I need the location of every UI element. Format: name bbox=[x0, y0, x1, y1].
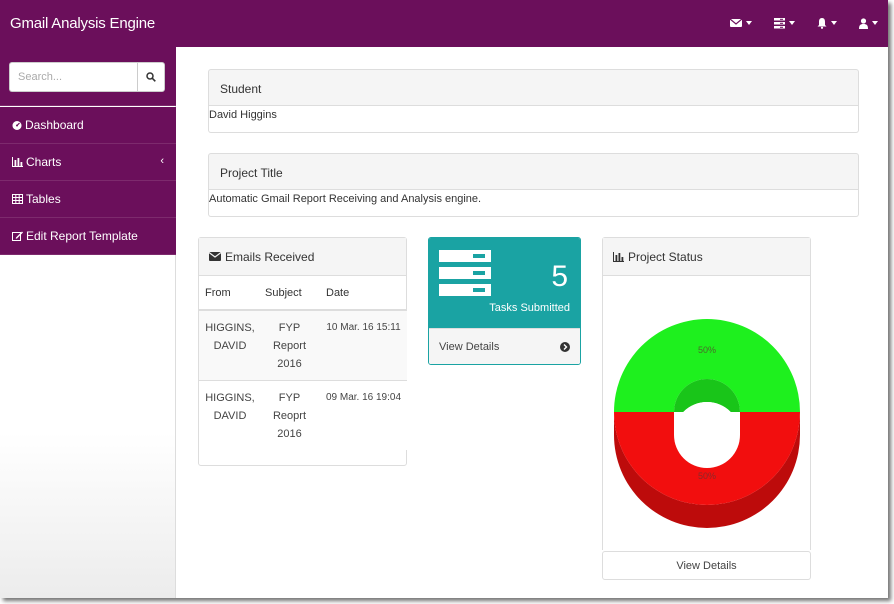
email-date: 09 Mar. 16 19:04 bbox=[320, 379, 407, 450]
tasks-card-top: 5 Tasks Submitted bbox=[429, 238, 580, 328]
sidebar-item-charts[interactable]: Charts ‹ bbox=[0, 144, 176, 181]
sidebar-item-tables[interactable]: Tables bbox=[0, 181, 176, 218]
app-window: Gmail Analysis Engine Search... Dashboar… bbox=[0, 0, 888, 598]
project-status-header: Project Status bbox=[603, 238, 810, 276]
sidebar-search bbox=[0, 47, 176, 106]
sidebar-item-label: Charts bbox=[26, 155, 62, 169]
tasks-view-details-link[interactable]: View Details bbox=[429, 328, 580, 364]
chevron-left-icon: ‹ bbox=[160, 155, 164, 167]
alerts-dropdown[interactable] bbox=[817, 14, 837, 32]
project-title-label: Project Title bbox=[220, 166, 283, 180]
emails-panel: Emails Received From Subject Date HIGGIN… bbox=[198, 237, 407, 466]
emails-panel-title: Emails Received bbox=[225, 249, 315, 264]
column-header-subject: Subject bbox=[259, 276, 320, 311]
project-status-donut-chart: 50% 50% bbox=[614, 319, 800, 528]
sidebar-item-dashboard[interactable]: Dashboard bbox=[0, 107, 176, 144]
chevron-down-icon bbox=[872, 21, 878, 25]
sidebar-item-label: Dashboard bbox=[25, 118, 84, 132]
envelope-icon bbox=[209, 252, 221, 261]
email-from: HIGGINS, DAVID bbox=[199, 379, 259, 450]
bar-chart-icon bbox=[613, 251, 624, 262]
bell-icon bbox=[817, 17, 827, 29]
email-from: HIGGINS, DAVID bbox=[199, 310, 259, 380]
tasks-label: Tasks Submitted bbox=[489, 302, 570, 314]
user-dropdown[interactable] bbox=[859, 14, 878, 32]
student-panel-body: David Higgins bbox=[208, 106, 859, 133]
top-navbar: Gmail Analysis Engine bbox=[0, 0, 888, 47]
arrow-circle-right-icon bbox=[560, 341, 570, 352]
email-date: 10 Mar. 16 15:11 bbox=[320, 310, 407, 380]
tasks-dropdown[interactable] bbox=[774, 14, 795, 32]
chevron-down-icon bbox=[746, 21, 752, 25]
student-name: David Higgins bbox=[209, 109, 277, 121]
email-subject: FYP Report 2016 bbox=[259, 310, 320, 380]
project-panel-header: Project Title bbox=[208, 153, 859, 190]
column-header-from: From bbox=[199, 276, 259, 311]
table-row[interactable]: HIGGINS, DAVID FYP Reoprt 2016 09 Mar. 1… bbox=[199, 379, 407, 450]
donut-slice-label: 50% bbox=[698, 471, 716, 481]
donut-hole-fill bbox=[674, 412, 740, 435]
emails-panel-header: Emails Received bbox=[199, 238, 406, 276]
student-label: Student bbox=[220, 82, 262, 96]
project-panel-body: Automatic Gmail Report Receiving and Ana… bbox=[208, 190, 859, 217]
envelope-icon bbox=[730, 18, 742, 27]
search-button[interactable] bbox=[137, 62, 165, 92]
edit-icon bbox=[12, 231, 23, 241]
search-icon bbox=[146, 72, 156, 82]
table-icon bbox=[12, 194, 23, 204]
search-input[interactable] bbox=[9, 62, 137, 92]
tasks-count: 5 bbox=[551, 260, 568, 293]
sidebar-item-label: Edit Report Template bbox=[26, 229, 138, 243]
sidebar-item-label: Tables bbox=[26, 192, 61, 206]
project-status-view-details[interactable]: View Details bbox=[602, 551, 811, 580]
brand-title[interactable]: Gmail Analysis Engine bbox=[10, 15, 155, 32]
column-header-date: Date bbox=[320, 276, 407, 311]
dashboard-icon bbox=[12, 121, 22, 130]
email-subject: FYP Reoprt 2016 bbox=[259, 379, 320, 450]
navbar-icons bbox=[708, 14, 878, 32]
sidebar-item-edit-report-template[interactable]: Edit Report Template bbox=[0, 218, 176, 255]
project-status-panel: Project Status 50% 50% bbox=[602, 237, 811, 550]
view-details-label: View Details bbox=[439, 340, 500, 353]
tasks-card: 5 Tasks Submitted View Details bbox=[428, 237, 581, 365]
tasks-icon bbox=[439, 250, 491, 296]
messages-dropdown[interactable] bbox=[730, 14, 752, 32]
emails-table: From Subject Date HIGGINS, DAVID FYP Rep… bbox=[199, 276, 407, 450]
view-details-label: View Details bbox=[676, 559, 737, 572]
tasks-icon bbox=[774, 17, 785, 28]
chevron-down-icon bbox=[789, 21, 795, 25]
bar-chart-icon bbox=[12, 157, 23, 167]
donut-slice-label: 50% bbox=[698, 345, 716, 355]
project-status-title: Project Status bbox=[628, 249, 703, 264]
student-panel-header: Student bbox=[208, 69, 859, 106]
table-header-row: From Subject Date bbox=[199, 276, 407, 311]
sidebar: Dashboard Charts ‹ Tables Edit Report Te… bbox=[0, 47, 176, 598]
chevron-down-icon bbox=[831, 21, 837, 25]
table-row[interactable]: HIGGINS, DAVID FYP Report 2016 10 Mar. 1… bbox=[199, 310, 407, 380]
project-title-value: Automatic Gmail Report Receiving and Ana… bbox=[209, 193, 482, 205]
user-icon bbox=[859, 17, 868, 29]
